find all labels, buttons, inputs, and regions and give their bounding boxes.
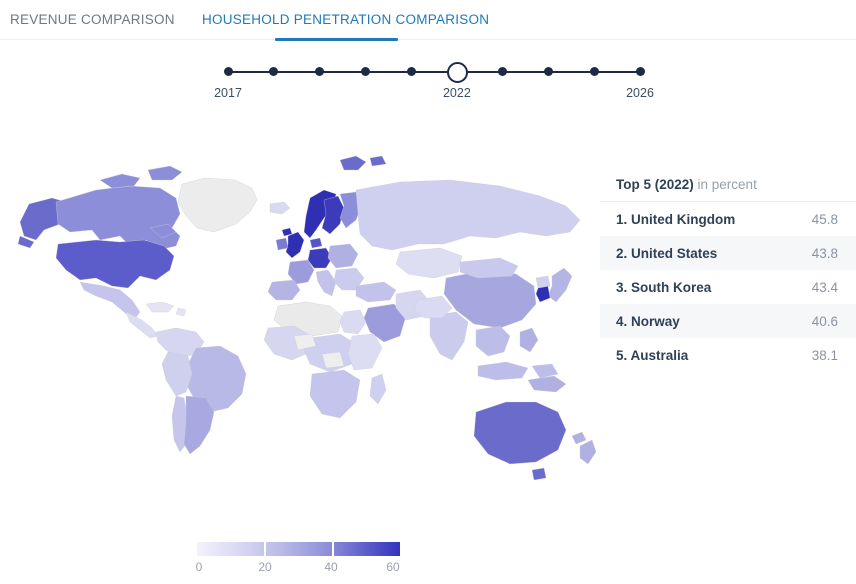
table-row[interactable]: 5. Australia 38.1 [600, 338, 856, 372]
timeline-dot-2020[interactable] [361, 67, 370, 76]
country-turkey [356, 282, 396, 302]
country-central-america [126, 312, 158, 338]
country-denmark [310, 238, 322, 248]
map-color-legend: 0 20 40 60 [197, 542, 400, 582]
top5-value-1: 45.8 [812, 212, 838, 227]
tab-bar: REVENUE COMPARISON HOUSEHOLD PENETRATION… [0, 0, 856, 40]
timeline-dot-2026[interactable] [636, 67, 645, 76]
top5-country-3: 3. South Korea [616, 280, 711, 295]
country-australia [474, 402, 566, 464]
tab-revenue-comparison[interactable]: REVENUE COMPARISON [10, 0, 175, 40]
country-papua-new-guinea [528, 376, 566, 392]
legend-separator-40 [332, 542, 334, 556]
top5-unit: in percent [694, 177, 757, 192]
top5-panel: Top 5 (2022) in percent 1. United Kingdo… [600, 174, 856, 372]
map-countries [18, 156, 596, 480]
top5-value-3: 43.4 [812, 280, 838, 295]
year-timeline-slider[interactable]: 2017 2022 2026 [228, 64, 640, 106]
timeline-dot-2023[interactable] [498, 67, 507, 76]
map-svg [0, 140, 600, 520]
timeline-dot-2021[interactable] [407, 67, 416, 76]
country-spain [268, 280, 300, 300]
country-argentina [184, 396, 214, 454]
legend-gradient-bar [197, 542, 400, 556]
top5-country-2: 2. United States [616, 246, 717, 261]
country-mexico [80, 282, 140, 320]
top5-value-4: 40.6 [812, 314, 838, 329]
legend-tick-20: 20 [258, 560, 271, 574]
top5-value-5: 38.1 [812, 348, 838, 363]
country-caribbean [146, 302, 186, 316]
country-tasmania [532, 468, 546, 480]
country-east-africa [348, 334, 382, 370]
table-row[interactable]: 3. South Korea 43.4 [600, 270, 856, 304]
country-iceland [270, 202, 290, 214]
timeline-label-start: 2017 [214, 86, 242, 100]
country-russia [356, 180, 580, 250]
timeline-dot-2019[interactable] [315, 67, 324, 76]
top5-country-5: 5. Australia [616, 348, 688, 363]
country-india [430, 312, 468, 360]
timeline-dot-2025[interactable] [590, 67, 599, 76]
tab-household-penetration-comparison[interactable]: HOUSEHOLD PENETRATION COMPARISON [202, 0, 489, 40]
country-poland [328, 244, 358, 268]
country-svalbard [340, 156, 386, 170]
country-united-states [56, 240, 174, 288]
country-new-zealand [572, 432, 596, 464]
timeline-dot-2024[interactable] [544, 67, 553, 76]
country-southeast-asia [476, 326, 510, 356]
timeline-label-selected: 2022 [443, 86, 471, 100]
top5-country-1: 1. United Kingdom [616, 212, 735, 227]
country-ireland [276, 238, 288, 250]
country-south-korea [536, 286, 550, 302]
country-egypt [340, 310, 366, 334]
table-row[interactable]: 4. Norway 40.6 [600, 304, 856, 338]
country-kazakhstan [396, 248, 462, 278]
timeline-label-end: 2026 [626, 86, 654, 100]
timeline-handle-2022[interactable] [447, 62, 468, 83]
country-congo-nodata [322, 352, 344, 368]
legend-tick-40: 40 [324, 560, 337, 574]
timeline-dot-2018[interactable] [269, 67, 278, 76]
legend-tick-60: 60 [386, 560, 399, 574]
active-tab-indicator [275, 38, 398, 41]
country-peru-bolivia [162, 352, 192, 396]
country-italy [316, 270, 336, 296]
timeline-track[interactable] [228, 71, 640, 73]
top5-header: Top 5 (2022) in percent [600, 174, 856, 202]
country-greenland [178, 178, 257, 232]
top5-value-2: 43.8 [812, 246, 838, 261]
country-japan [548, 268, 572, 302]
table-row[interactable]: 1. United Kingdom 45.8 [600, 202, 856, 236]
country-mongolia [460, 258, 518, 278]
top5-country-4: 4. Norway [616, 314, 680, 329]
country-madagascar [370, 374, 386, 404]
top5-title: Top 5 (2022) [616, 177, 694, 192]
table-row[interactable]: 2. United States 43.8 [600, 236, 856, 270]
world-choropleth-map[interactable] [0, 140, 600, 520]
country-canada [56, 166, 182, 250]
legend-tick-0: 0 [196, 560, 203, 574]
timeline-dot-2017[interactable] [224, 67, 233, 76]
country-north-korea [536, 276, 550, 288]
legend-separator-20 [264, 542, 266, 556]
country-southern-africa [310, 370, 360, 418]
country-philippines [520, 328, 538, 352]
